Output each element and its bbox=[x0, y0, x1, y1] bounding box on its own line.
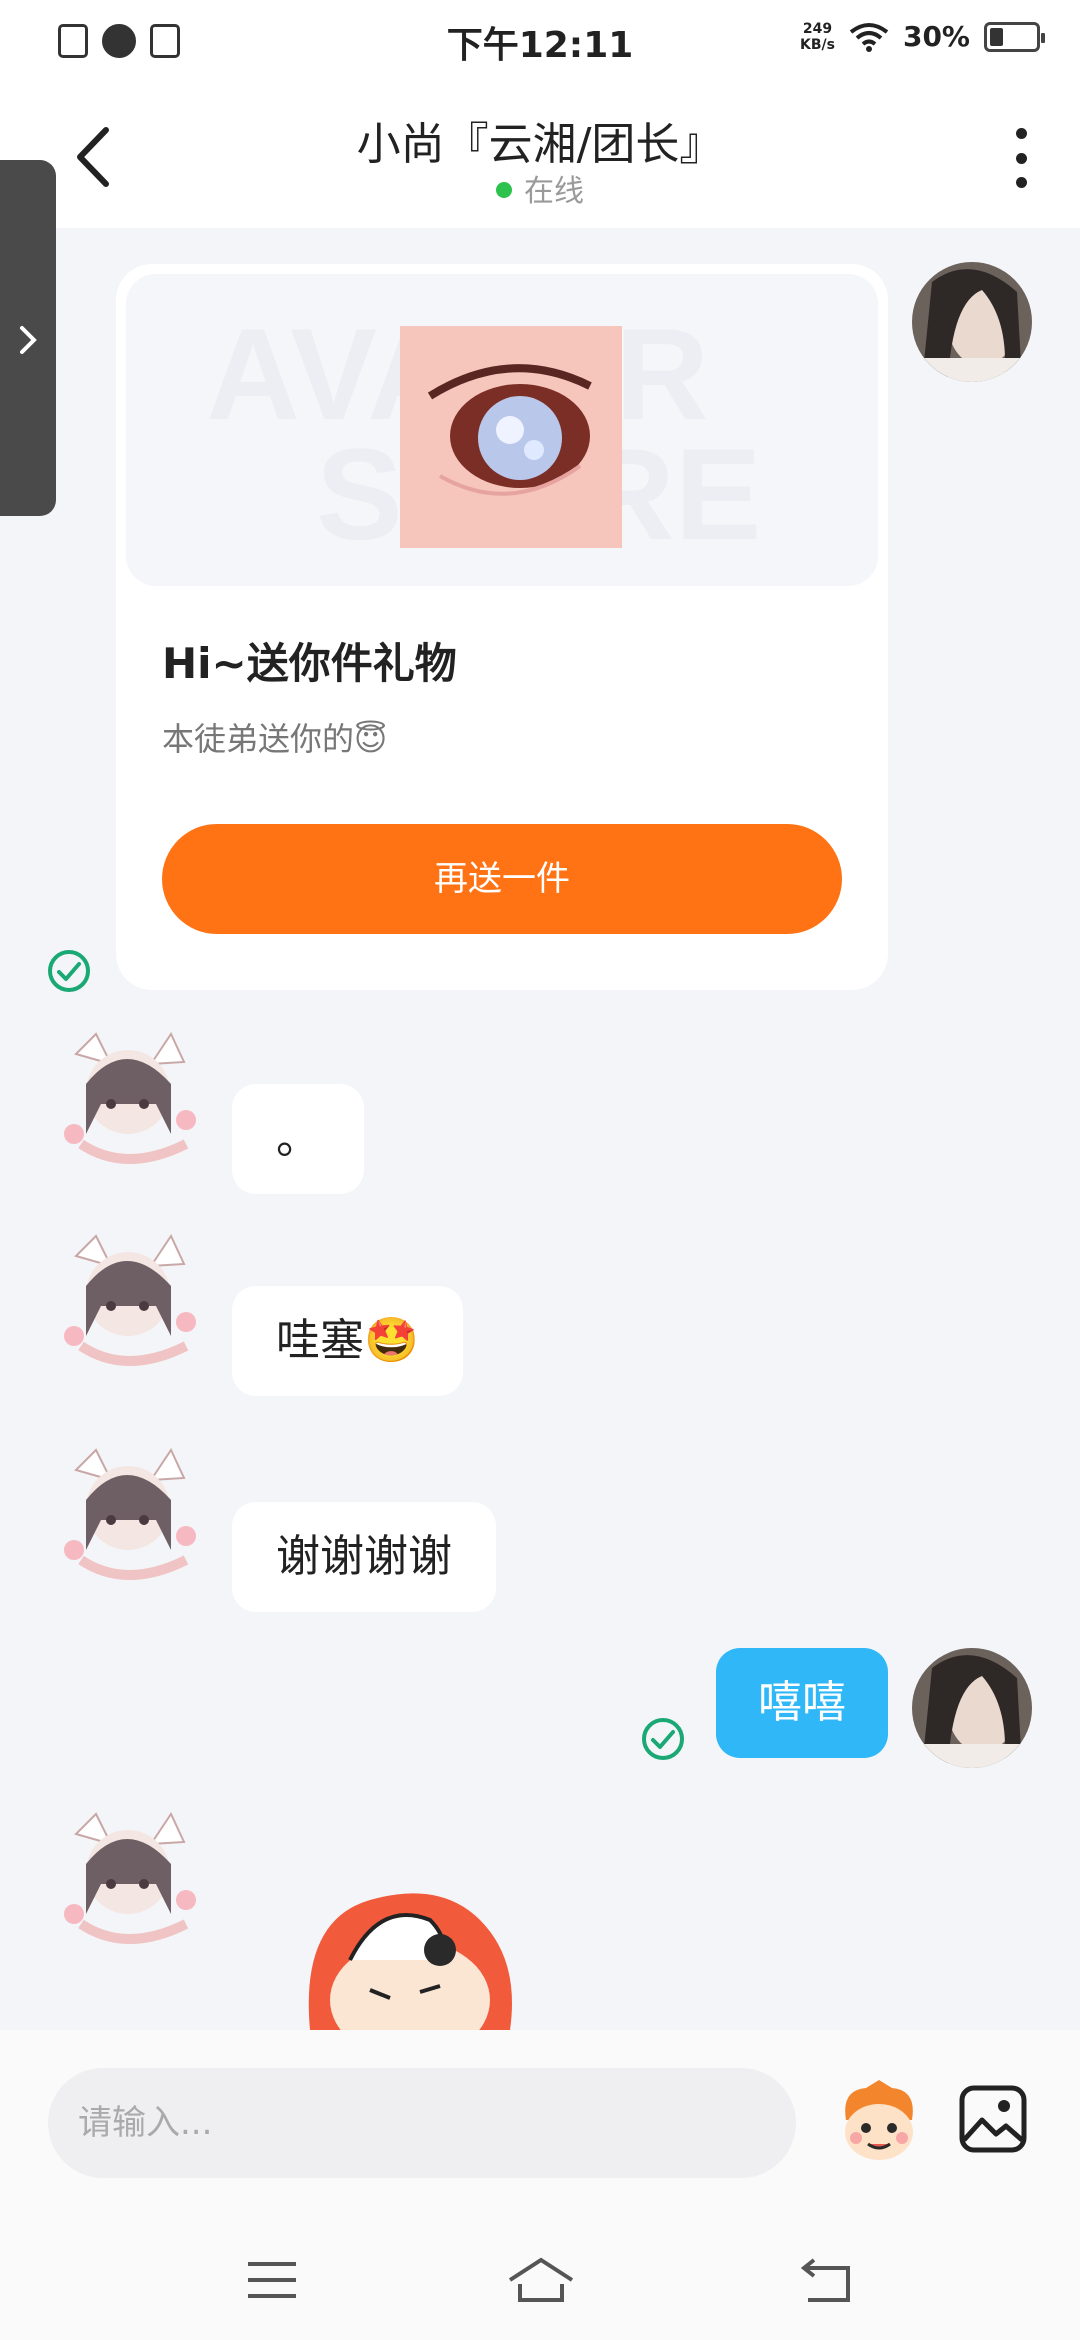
gift-card[interactable]: AVATAR STORE Hi~送你件礼物 本徒弟送你的😇 再送一件 bbox=[116, 264, 888, 990]
home-icon[interactable] bbox=[506, 2250, 576, 2310]
chat-title[interactable]: 小尚『云湘/团长』 bbox=[0, 108, 1080, 172]
wifi-icon bbox=[849, 22, 889, 52]
status-bar: 下午12:11 249 KB/s 30% bbox=[0, 0, 1080, 84]
message-input-bar bbox=[0, 2030, 1080, 2210]
emoji-sticker-icon[interactable] bbox=[836, 2080, 922, 2166]
my-message-bubble[interactable]: 嘻嘻 bbox=[716, 1648, 888, 1758]
message-input[interactable] bbox=[48, 2068, 796, 2178]
battery-percent: 30% bbox=[902, 20, 970, 53]
read-check-icon bbox=[48, 950, 90, 992]
net-speed-unit: KB/s bbox=[800, 36, 835, 53]
battery-level bbox=[990, 27, 1004, 46]
gift-eye-image bbox=[400, 326, 622, 548]
back-nav-icon[interactable] bbox=[796, 2250, 856, 2310]
read-check-icon bbox=[642, 1718, 684, 1760]
message-bubble[interactable]: 哇塞🤩 bbox=[232, 1286, 463, 1396]
gift-title: Hi~送你件礼物 bbox=[162, 639, 457, 688]
side-panel-toggle[interactable] bbox=[0, 160, 56, 516]
chevron-right-icon bbox=[20, 326, 37, 354]
more-dot-icon bbox=[1015, 177, 1027, 188]
send-another-gift-button[interactable]: 再送一件 bbox=[162, 824, 842, 934]
battery-icon bbox=[984, 21, 1045, 52]
more-dot-icon bbox=[1015, 152, 1027, 164]
user-photo-icon bbox=[912, 262, 1032, 382]
online-status: 在线 bbox=[0, 166, 1080, 210]
my-avatar[interactable] bbox=[912, 1648, 1032, 1768]
more-options-button[interactable] bbox=[1006, 128, 1036, 188]
chat-header: 小尚『云湘/团长』 在线 bbox=[0, 84, 1080, 228]
contact-avatar[interactable] bbox=[56, 1804, 206, 1954]
net-speed: 249 KB/s bbox=[800, 21, 835, 53]
net-speed-value: 249 bbox=[802, 20, 833, 37]
message-bubble[interactable]: 谢谢谢谢 bbox=[232, 1502, 496, 1612]
message-bubble[interactable]: 。 bbox=[232, 1084, 364, 1194]
menu-icon[interactable] bbox=[242, 2250, 302, 2310]
image-picker-icon[interactable] bbox=[958, 2084, 1028, 2154]
sticker-message[interactable] bbox=[290, 1880, 530, 2030]
more-dot-icon bbox=[1015, 128, 1027, 139]
contact-avatar[interactable] bbox=[56, 1226, 206, 1376]
contact-avatar[interactable] bbox=[56, 1024, 206, 1174]
system-nav-bar bbox=[0, 2210, 1080, 2340]
online-status-label: 在线 bbox=[524, 174, 584, 209]
my-avatar[interactable] bbox=[912, 262, 1032, 382]
gift-image-area: AVATAR STORE bbox=[126, 274, 878, 586]
online-dot-icon bbox=[496, 181, 512, 198]
user-photo-icon bbox=[912, 1648, 1032, 1768]
gift-subtitle: 本徒弟送你的😇 bbox=[162, 720, 388, 758]
contact-avatar[interactable] bbox=[56, 1440, 206, 1590]
